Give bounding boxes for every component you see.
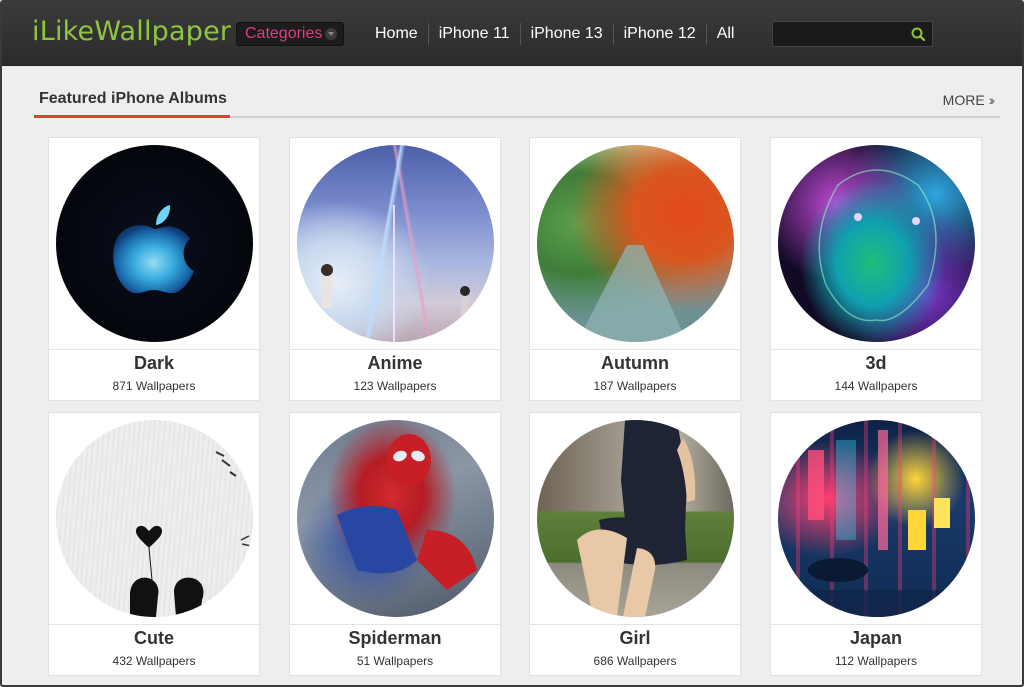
neon-street-icon bbox=[778, 430, 975, 617]
more-label: MORE bbox=[942, 92, 985, 108]
album-count: 112 Wallpapers bbox=[834, 654, 918, 668]
album-name[interactable]: Girl bbox=[530, 628, 740, 649]
album-name[interactable]: Anime bbox=[290, 353, 500, 374]
album-thumbnail-girl[interactable] bbox=[537, 420, 734, 617]
anime-figures-icon bbox=[321, 205, 470, 342]
categories-label: Categories bbox=[245, 25, 323, 42]
album-thumbnail-box bbox=[771, 413, 981, 625]
album-thumbnail-box bbox=[290, 413, 500, 625]
double-chevron-right-icon: ›› bbox=[988, 92, 996, 108]
album-count: 144 Wallpapers bbox=[834, 379, 918, 393]
album-thumbnail-box bbox=[771, 138, 981, 350]
album-card-autumn[interactable]: Autumn 187 Wallpapers bbox=[529, 137, 741, 401]
nav-all[interactable]: All bbox=[707, 23, 745, 45]
album-count: 432 Wallpapers bbox=[112, 654, 196, 668]
more-link[interactable]: MORE ›› bbox=[942, 92, 996, 108]
album-thumbnail-spiderman[interactable] bbox=[297, 420, 494, 617]
album-thumbnail-box bbox=[530, 138, 740, 350]
album-thumbnail-box bbox=[49, 413, 259, 625]
album-count: 686 Wallpapers bbox=[593, 654, 677, 668]
album-thumbnail-cute[interactable] bbox=[56, 420, 253, 617]
search-icon[interactable] bbox=[910, 26, 926, 42]
nav-iphone-11[interactable]: iPhone 11 bbox=[429, 23, 521, 45]
album-name[interactable]: Spiderman bbox=[290, 628, 500, 649]
album-name[interactable]: Autumn bbox=[530, 353, 740, 374]
album-card-dark[interactable]: Dark 871 Wallpapers bbox=[48, 137, 260, 401]
album-count: 187 Wallpapers bbox=[593, 379, 677, 393]
album-count: 871 Wallpapers bbox=[112, 379, 196, 393]
seated-figure-icon bbox=[577, 420, 696, 617]
page-frame: iLikeWallpaper Categories Home iPhone 11… bbox=[0, 0, 1024, 687]
apple-logo-icon bbox=[113, 205, 194, 294]
album-thumbnail-box bbox=[290, 138, 500, 350]
album-thumbnail-box bbox=[49, 138, 259, 350]
album-thumbnail-dark[interactable] bbox=[56, 145, 253, 342]
album-thumbnail-box bbox=[530, 413, 740, 625]
chevron-down-icon bbox=[325, 28, 337, 40]
album-card-anime[interactable]: Anime 123 Wallpapers bbox=[289, 137, 501, 401]
album-name[interactable]: 3d bbox=[771, 353, 981, 374]
album-count: 51 Wallpapers bbox=[356, 654, 434, 668]
search-input[interactable] bbox=[777, 25, 905, 43]
site-header: iLikeWallpaper Categories Home iPhone 11… bbox=[2, 2, 1022, 66]
spiderman-icon bbox=[337, 434, 477, 590]
section-title-underline bbox=[34, 115, 230, 118]
main-nav: Home iPhone 11 iPhone 13 iPhone 12 All bbox=[365, 22, 744, 46]
album-card-cute[interactable]: Cute 432 Wallpapers bbox=[48, 412, 260, 676]
nav-home[interactable]: Home bbox=[365, 23, 429, 45]
album-name[interactable]: Cute bbox=[49, 628, 259, 649]
album-thumbnail-japan[interactable] bbox=[778, 420, 975, 617]
search-box bbox=[772, 21, 933, 47]
album-name[interactable]: Japan bbox=[771, 628, 981, 649]
album-count: 123 Wallpapers bbox=[353, 379, 437, 393]
section-title: Featured iPhone Albums bbox=[39, 90, 227, 107]
featured-section-header: Featured iPhone Albums MORE ›› bbox=[34, 86, 1000, 118]
album-name[interactable]: Dark bbox=[49, 353, 259, 374]
album-card-spiderman[interactable]: Spiderman 51 Wallpapers bbox=[289, 412, 501, 676]
album-card-japan[interactable]: Japan 112 Wallpapers bbox=[770, 412, 982, 676]
album-thumbnail-3d[interactable] bbox=[778, 145, 975, 342]
album-card-girl[interactable]: Girl 686 Wallpapers bbox=[529, 412, 741, 676]
heart-couple-icon bbox=[130, 451, 252, 617]
categories-dropdown[interactable]: Categories bbox=[236, 22, 344, 46]
nav-iphone-13[interactable]: iPhone 13 bbox=[521, 23, 614, 45]
forest-path-icon bbox=[577, 245, 687, 342]
neon-lion-icon bbox=[818, 169, 937, 322]
nav-iphone-12[interactable]: iPhone 12 bbox=[614, 23, 707, 45]
site-logo[interactable]: iLikeWallpaper bbox=[32, 16, 231, 47]
album-card-3d[interactable]: 3d 144 Wallpapers bbox=[770, 137, 982, 401]
album-thumbnail-autumn[interactable] bbox=[537, 145, 734, 342]
album-thumbnail-anime[interactable] bbox=[297, 145, 494, 342]
